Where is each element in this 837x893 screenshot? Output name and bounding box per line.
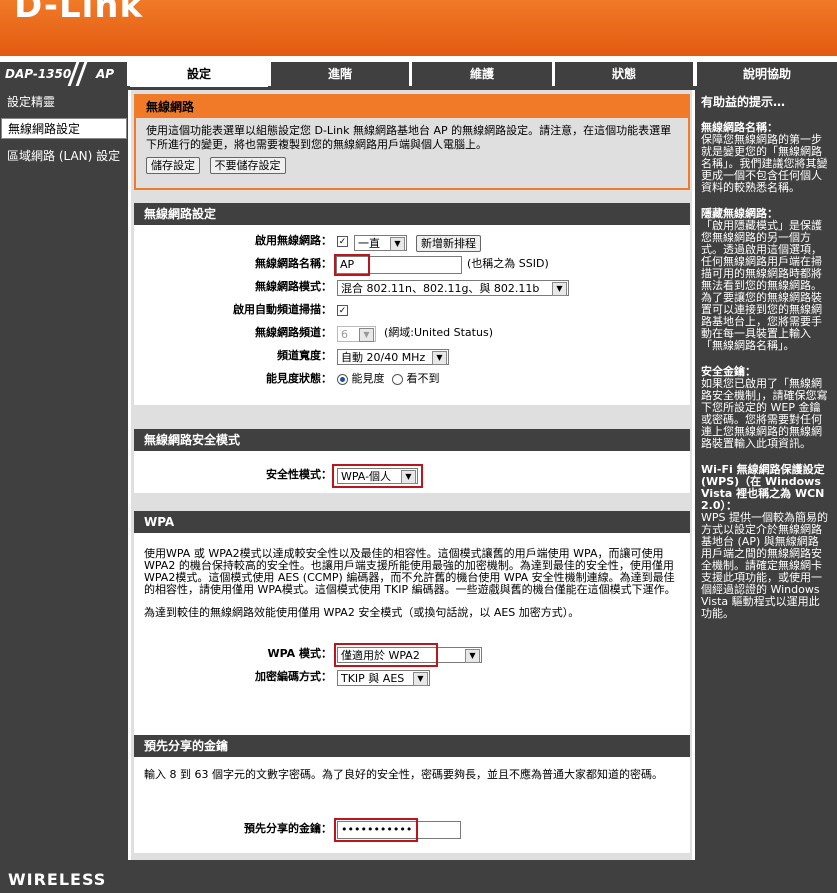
help-heading: Wi-Fi 無線網路保護設定 (WPS)（在 Windows Vista 裡也稱… [701,463,825,512]
help-text: 保障您無線網路的第一步就是變更您的「無線網路名稱」。我們建議您將其變更成一個不包… [701,133,828,194]
section-title: WPA [134,511,690,533]
highlight-box [332,464,423,488]
auto-channel-label: 啟用自動頻道掃描： [233,303,332,316]
psk-description: 輸入 8 到 63 個字元的文數字密碼。為了良好的安全性，密碼要夠長，並且不應為… [144,768,663,781]
invisible-radio[interactable] [392,373,403,385]
channel-width-select[interactable]: 自動 20/40 MHz ▼ [337,349,449,365]
intro-description: 使用這個功能表選單以組態設定您 D-Link 無線網路基地台 AP 的無線網路設… [146,124,672,151]
wpa-description: 使用WPA 或 WPA2模式以達成較安全性以及最佳的相容性。這個模式讓舊的用戶端… [134,533,690,625]
section-title: 無線網路設定 [134,203,690,225]
sidebar-item-wizard[interactable]: 設定精靈 [1,92,127,113]
highlight-box [334,818,418,842]
section-title: 無線網路 [136,96,688,118]
header-banner: D-Link [0,0,837,56]
footer-wireless-logo: WIRELESS [8,870,107,889]
model-name: DAP-1350 [5,67,72,81]
channel-select[interactable]: 6 ▼ [337,326,376,342]
chevron-down-icon: ▼ [432,351,447,365]
wpa-mode-label: WPA 模式： [267,647,332,660]
tab-advanced[interactable]: 進階 [271,62,409,86]
ssid-note: (也稱之為 SSID) [467,257,549,270]
footer: WIRELESS [0,862,837,893]
main-content: 無線網路 使用這個功能表選單以組態設定您 D-Link 無線網路基地台 AP 的… [131,90,692,860]
intro-section: 無線網路 使用這個功能表選單以組態設定您 D-Link 無線網路基地台 AP 的… [134,94,690,190]
enable-wireless-label: 啟用無線網路： [255,234,332,247]
wireless-mode-label: 無線網路模式： [255,280,332,293]
visibility-options: 能見度 看不到 [337,369,440,389]
wpa-paragraph: 為達到較佳的無線網路效能使用僅用 WPA2 安全模式（或換句話說，以 AES 加… [144,606,580,619]
section-title: 無線網路安全模式 [134,429,690,451]
model-mode: AP [96,67,115,81]
tab-help[interactable]: 說明協助 [697,62,837,86]
new-schedule-button[interactable]: 新增新排程 [416,235,481,252]
invisible-radio-label: 看不到 [406,372,440,385]
chevron-down-icon: ▼ [552,282,567,296]
wpa-paragraph: 使用WPA 或 WPA2模式以達成較安全性以及最佳的相容性。這個模式讓舊的用戶端… [144,547,676,596]
security-mode-section: 無線網路安全模式 安全性模式： WPA-個人 ▼ [134,429,690,493]
wireless-settings-section: 無線網路設定 啟用無線網路： ✓ 一直 ▼ 新增新排程 無線網路名稱： AP (也… [134,203,690,405]
visibility-label: 能見度狀態： [266,372,332,385]
psk-label: 預先分享的金鑰： [244,822,332,835]
cipher-value: TKIP 與 AES [341,672,405,685]
schedule-value: 一直 [358,237,380,250]
security-mode-label: 安全性模式： [266,468,332,481]
auto-channel-checkbox[interactable]: ✓ [337,305,348,316]
wireless-name-label: 無線網路名稱： [255,257,332,270]
channel-label: 無線網路頻道： [255,326,332,339]
dont-save-button[interactable]: 不要儲存設定 [209,157,286,174]
tab-setup[interactable]: 設定 [130,62,268,87]
channel-width-value: 自動 20/40 MHz [341,351,426,364]
cipher-label: 加密編碼方式： [255,670,332,683]
visible-radio-label: 能見度 [351,372,385,385]
psk-section: 預先分享的金鑰 輸入 8 到 63 個字元的文數字密碼。為了良好的安全性，密碼要… [134,735,690,853]
help-title: 有助益的提示… [701,95,786,109]
dlink-logo: D-Link [14,0,144,26]
highlight-box [334,643,438,667]
help-text: WPS 提供一個較為簡易的方式以設定介於無線網路基地台 (AP) 與無線網路用戶… [701,511,828,620]
help-text: 如果您已啟用了「無線網路安全機制」，請確保您寫下您所設定的 WEP 金鑰或密碼。… [701,377,828,450]
left-sidebar: 設定精靈 無線網路設定 區域網路 (LAN) 設定 [0,90,127,860]
wireless-mode-select[interactable]: 混合 802.11n、802.11g、與 802.11b ▼ [337,280,569,296]
cipher-select[interactable]: TKIP 與 AES ▼ [337,670,430,686]
chevron-down-icon: ▼ [390,237,405,251]
sidebar-item-lan[interactable]: 區域網路 (LAN) 設定 [1,146,127,167]
schedule-select[interactable]: 一直 ▼ [354,235,407,251]
enable-wireless-checkbox[interactable]: ✓ [337,236,348,247]
help-text: 「啟用隱藏模式」是保護您無線網路的另一個方式。透過啟用這個選項，任何無線網路用戶… [701,219,822,352]
wireless-mode-value: 混合 802.11n、802.11g、與 802.11b [341,282,540,295]
highlight-box [334,254,370,276]
visible-radio[interactable] [337,373,348,385]
chevron-down-icon: ▼ [413,672,428,686]
intro-text: 使用這個功能表選單以組態設定您 D-Link 無線網路基地台 AP 的無線網路設… [136,118,688,180]
domain-note: (網域:United Status) [384,326,493,339]
channel-width-label: 頻道寬度： [277,349,332,362]
tab-status[interactable]: 狀態 [555,62,693,86]
chevron-down-icon: ▼ [465,649,480,663]
save-settings-button[interactable]: 儲存設定 [146,157,200,174]
model-badge: DAP-1350 AP [0,62,127,86]
sidebar-item-wireless[interactable]: 無線網路設定 [1,118,127,139]
chevron-down-icon: ▼ [359,328,374,342]
section-title: 預先分享的金鑰 [134,735,690,757]
help-sidebar: 有助益的提示… 無線網路名稱： 保障您無線網路的第一步就是變更您的「無線網路名稱… [695,90,834,860]
tab-maintenance[interactable]: 維護 [412,62,552,86]
channel-value: 6 [341,328,348,341]
